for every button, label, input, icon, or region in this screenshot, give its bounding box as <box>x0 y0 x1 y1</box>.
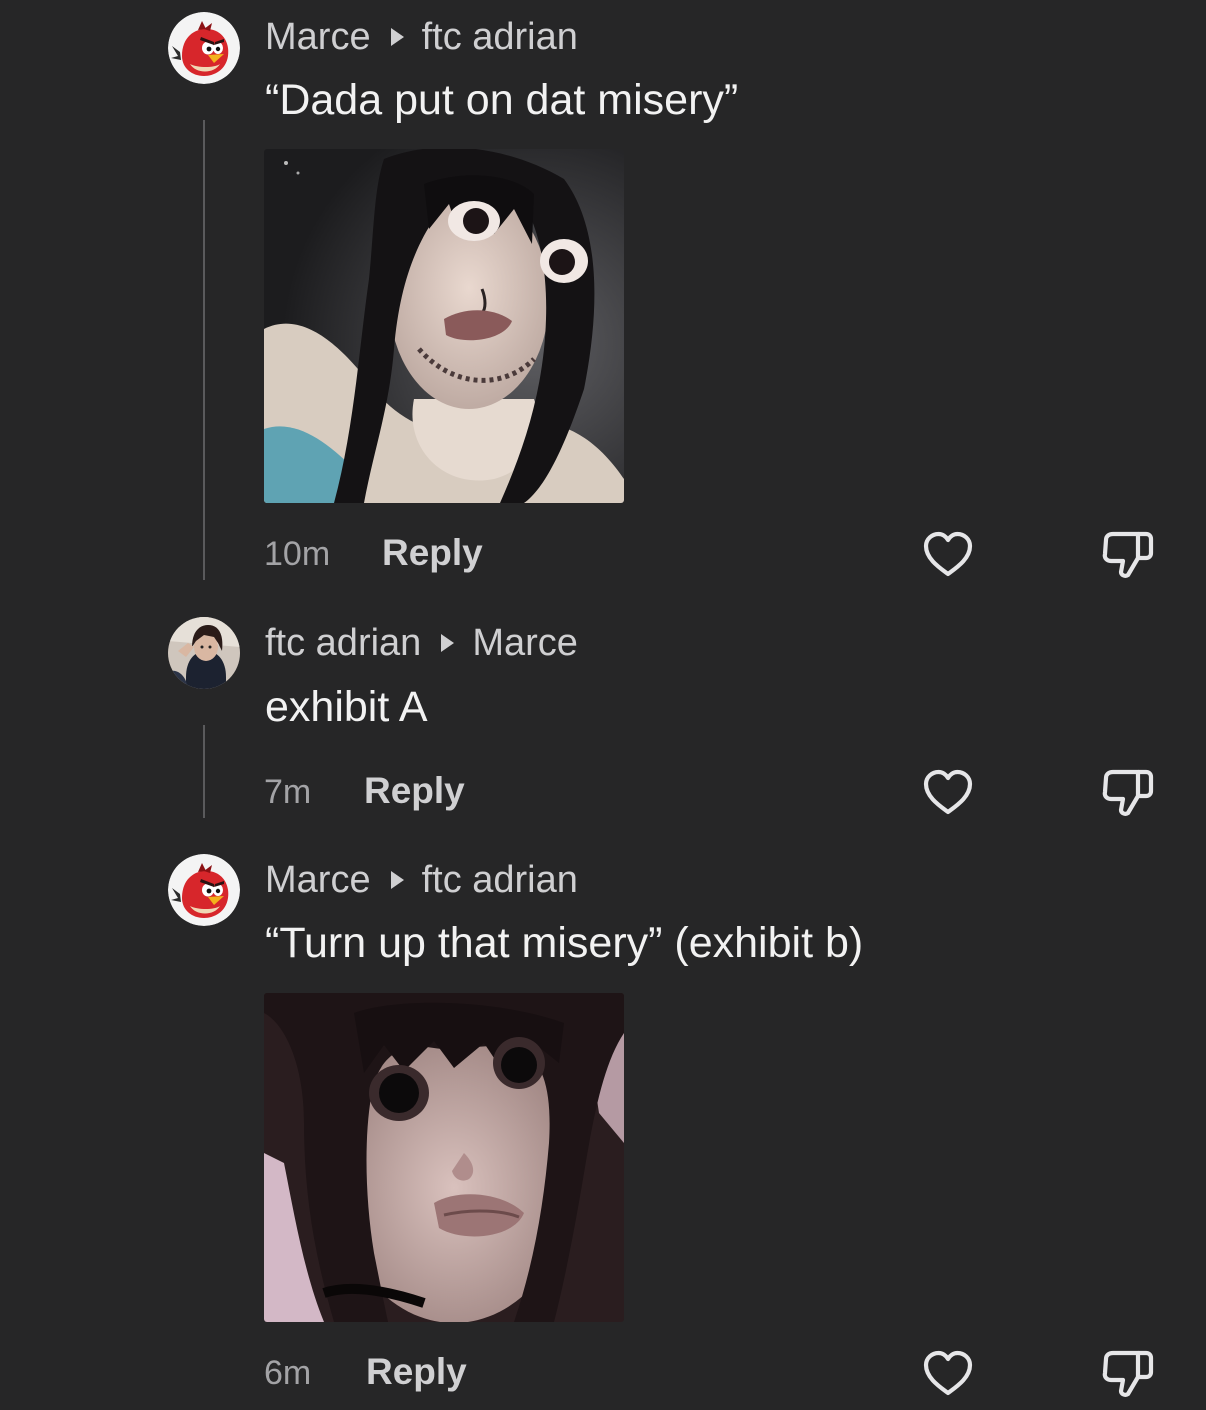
comment-image[interactable] <box>264 993 624 1322</box>
triangle-right-icon <box>441 634 455 652</box>
reply-to-name[interactable]: Marce <box>472 622 578 665</box>
reply-button[interactable]: Reply <box>366 1351 467 1393</box>
heart-icon[interactable] <box>920 527 976 583</box>
heart-icon[interactable] <box>920 1346 976 1402</box>
thumbs-down-icon[interactable] <box>1100 1346 1156 1402</box>
reply-button[interactable]: Reply <box>364 770 465 812</box>
reply-button[interactable]: Reply <box>382 532 483 574</box>
comment-text: exhibit A <box>265 683 428 731</box>
comment-header: Marce ftc adrian <box>265 858 578 902</box>
comment-header: Marce ftc adrian <box>265 15 578 59</box>
reply-to-name[interactable]: ftc adrian <box>422 859 578 902</box>
comment-timestamp: 6m <box>264 1354 312 1392</box>
comment-text: “Turn up that misery” (exhibit b) <box>265 919 864 967</box>
triangle-right-icon <box>390 28 404 46</box>
comment-image[interactable] <box>264 149 624 503</box>
thread-line <box>203 725 205 818</box>
user-photo-avatar[interactable] <box>168 617 240 689</box>
thumbs-down-icon[interactable] <box>1100 765 1156 821</box>
author-name[interactable]: Marce <box>265 16 371 59</box>
comment-timestamp: 10m <box>264 535 331 573</box>
heart-icon[interactable] <box>920 765 976 821</box>
thumbs-down-icon[interactable] <box>1100 527 1156 583</box>
angry-bird-avatar[interactable] <box>168 12 240 84</box>
author-name[interactable]: Marce <box>265 859 371 902</box>
triangle-right-icon <box>390 871 404 889</box>
author-name[interactable]: ftc adrian <box>265 622 421 665</box>
thread-line <box>203 120 205 580</box>
reply-to-name[interactable]: ftc adrian <box>422 16 578 59</box>
angry-bird-avatar[interactable] <box>168 854 240 926</box>
comment-header: ftc adrian Marce <box>265 621 578 665</box>
comment-timestamp: 7m <box>264 773 312 811</box>
comment-text: “Dada put on dat misery” <box>265 76 739 124</box>
